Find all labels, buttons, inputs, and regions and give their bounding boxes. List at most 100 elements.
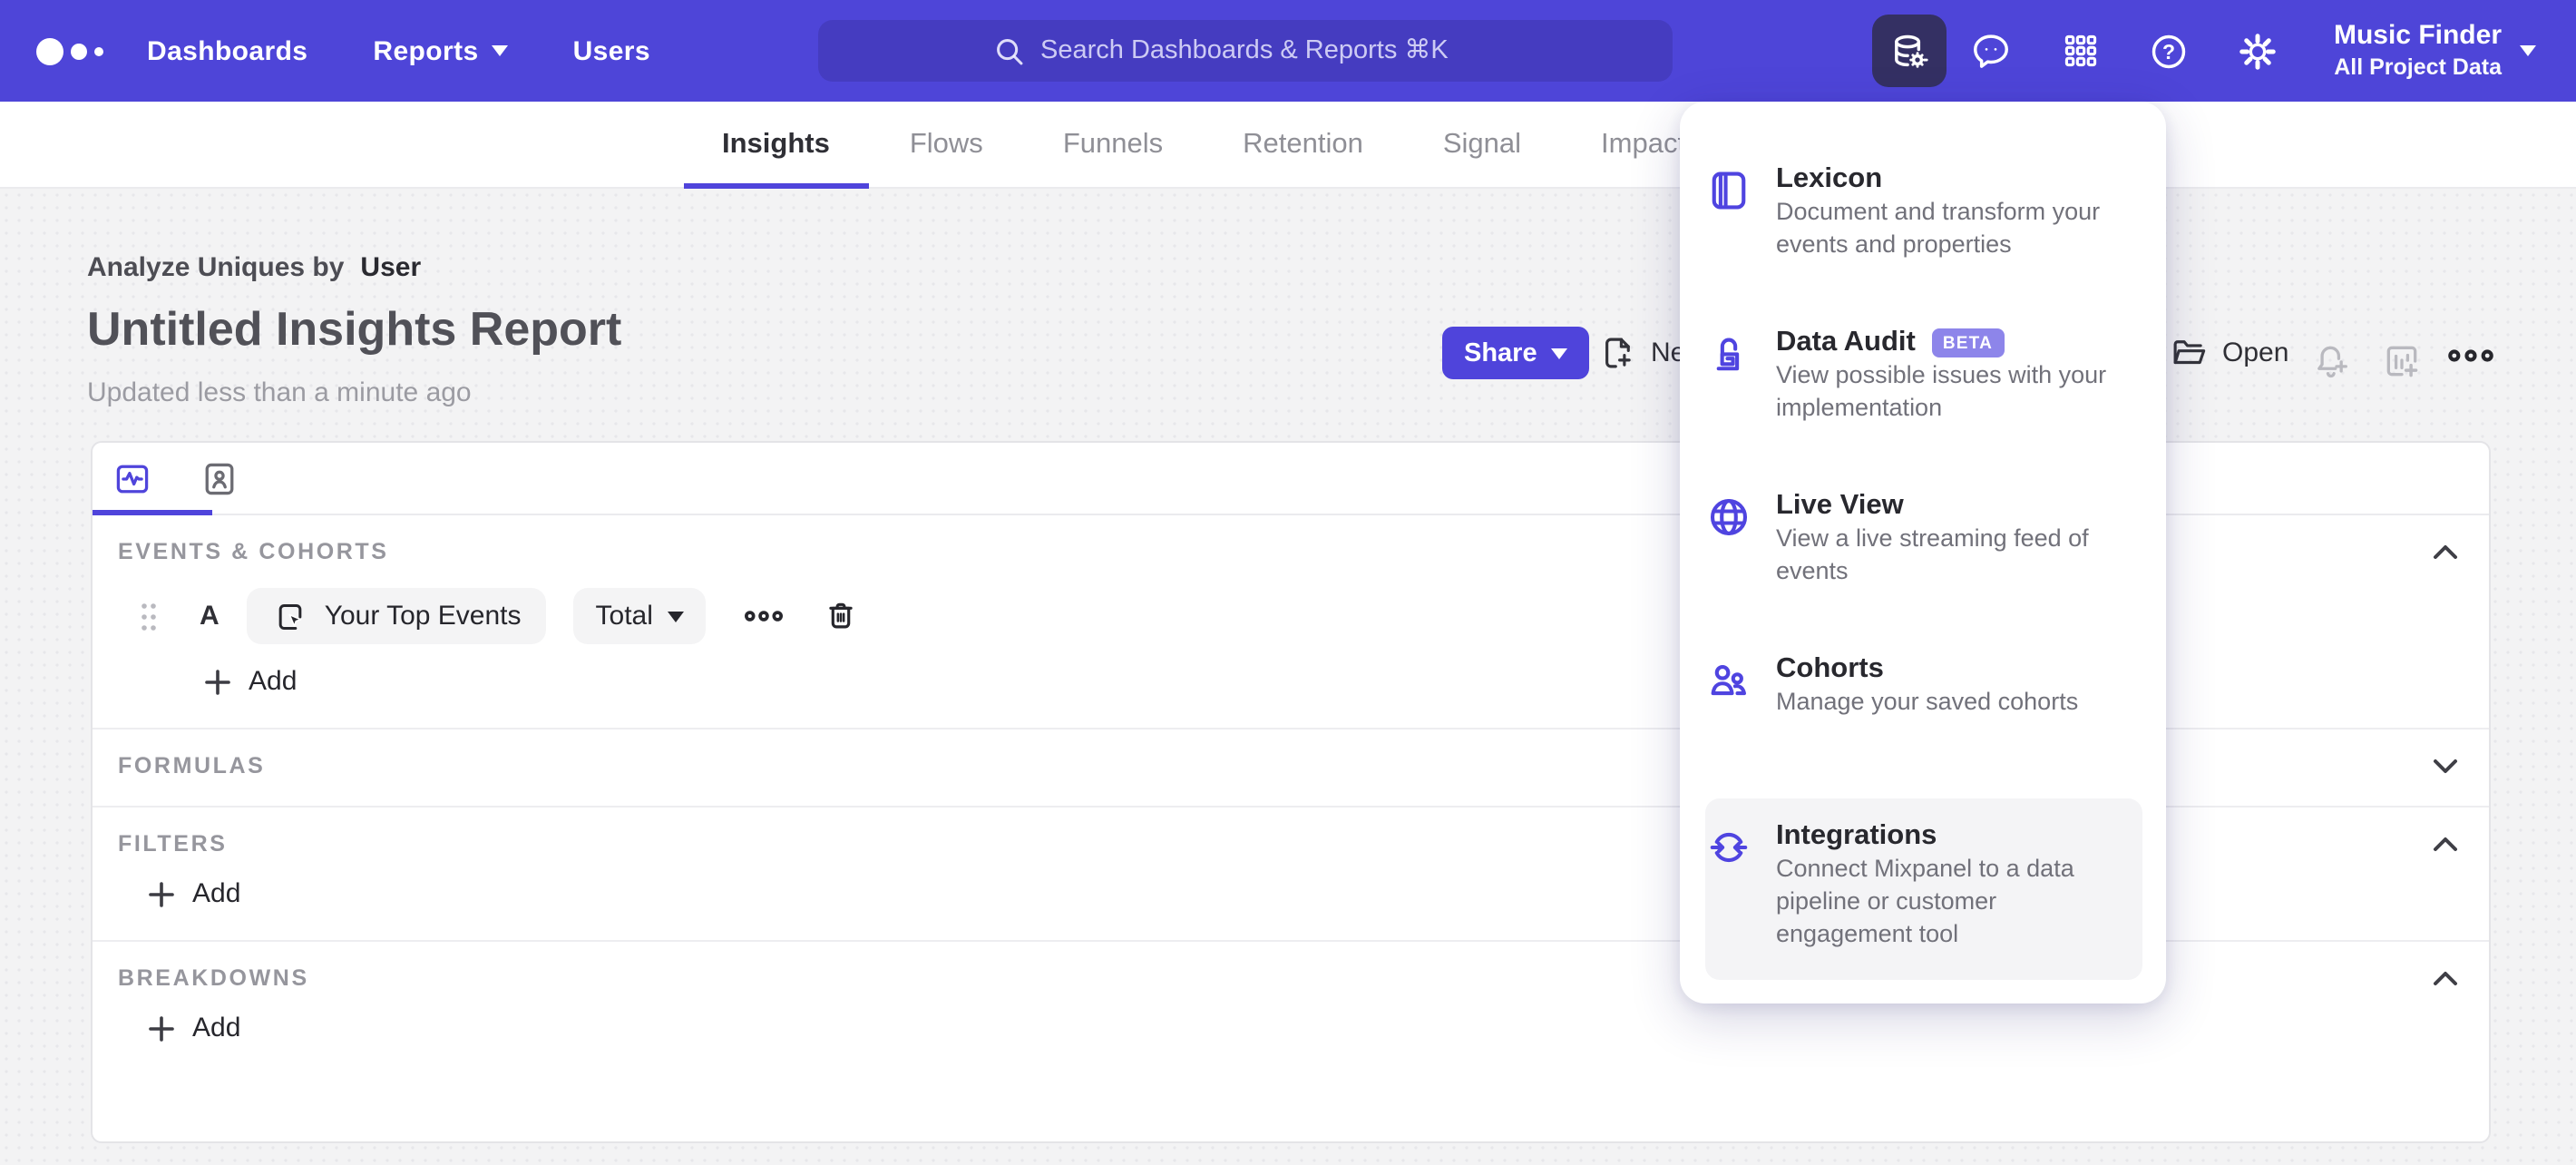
plus-icon [149, 1015, 174, 1041]
menu-item-lexicon[interactable]: Lexicon Document and transform your even… [1680, 145, 2166, 308]
tab-retention[interactable]: Retention [1243, 102, 1363, 189]
search-input[interactable] [1040, 36, 1498, 65]
settings-gear-icon [2239, 33, 2276, 69]
feedback-button[interactable] [1947, 0, 2035, 102]
menu-item-description: Connect Mixpanel to a data pipeline or c… [1776, 855, 2074, 947]
global-search[interactable] [818, 20, 1673, 82]
aggregation-selector-button[interactable]: Total [573, 588, 706, 644]
mixpanel-logo-icon[interactable] [36, 0, 103, 102]
report-tabbar: Insights Flows Funnels Retention Signal … [0, 102, 2576, 189]
menu-item-description: Document and transform your events and p… [1776, 198, 2101, 258]
ellipsis-icon [744, 611, 783, 622]
nav-label: Dashboards [147, 35, 308, 66]
events-view-tab[interactable] [112, 459, 152, 499]
live-view-globe-icon [1710, 498, 1748, 536]
chevron-down-icon [667, 611, 684, 622]
add-breakdown-button[interactable]: Add [149, 1013, 240, 1043]
event-name: Your Top Events [324, 601, 522, 631]
chevron-up-icon [2434, 837, 2457, 851]
open-label: Open [2222, 338, 2289, 368]
tab-signal[interactable]: Signal [1443, 102, 1521, 189]
event-selector-button[interactable]: Your Top Events [246, 588, 547, 644]
trash-icon [829, 602, 853, 629]
menu-item-description: View possible issues with your implement… [1776, 361, 2107, 421]
beta-badge: BETA [1931, 328, 2004, 357]
chevron-up-icon [2434, 972, 2457, 985]
menu-item-title: Lexicon [1776, 163, 1883, 194]
section-label: FILTERS [118, 831, 228, 857]
add-event-button[interactable]: Add [205, 666, 297, 697]
create-alert-button[interactable] [2313, 341, 2353, 381]
nav-item-reports[interactable]: Reports [373, 35, 508, 66]
help-button[interactable]: ? [2124, 0, 2213, 102]
tab-insights[interactable]: Insights [683, 102, 872, 189]
project-scope: All Project Data [2334, 54, 2502, 80]
project-selector-text: Music Finder All Project Data [2334, 20, 2502, 83]
collapse-section-button[interactable] [2431, 965, 2460, 991]
collapse-section-button[interactable] [2431, 539, 2460, 564]
feedback-bubble-icon [1974, 34, 2008, 67]
chevron-down-icon [1551, 348, 1568, 358]
share-button[interactable]: Share [1442, 327, 1590, 379]
search-icon [996, 38, 1022, 64]
section-label: FORMULAS [118, 753, 266, 778]
menu-item-description: Manage your saved cohorts [1776, 688, 2079, 715]
more-actions-button[interactable] [2447, 347, 2494, 365]
drag-handle[interactable] [140, 602, 158, 631]
settings-button[interactable] [2213, 0, 2302, 102]
nav-item-dashboards[interactable]: Dashboards [147, 35, 307, 66]
apps-grid-icon [2064, 34, 2096, 67]
tab-flows[interactable]: Flows [910, 102, 983, 189]
primary-nav: Dashboards Reports Users [147, 0, 650, 102]
chevron-down-icon [2434, 759, 2457, 773]
menu-item-title: Cohorts [1776, 653, 1884, 684]
delete-event-button[interactable] [824, 599, 858, 633]
section-label: EVENTS & COHORTS [118, 539, 389, 564]
integrations-sync-icon [1710, 832, 1748, 863]
tab-impact[interactable]: Impact [1601, 102, 1685, 189]
data-management-menu: Lexicon Document and transform your even… [1680, 102, 2166, 1003]
menu-item-live-view[interactable]: Live View View a live streaming feed of … [1680, 472, 2166, 635]
add-label: Add [249, 666, 298, 697]
menu-item-integrations[interactable]: Integrations Connect Mixpanel to a data … [1705, 798, 2142, 980]
nav-label: Reports [373, 35, 479, 66]
event-tap-icon [278, 603, 302, 629]
plus-icon [205, 669, 230, 694]
menu-item-data-audit[interactable]: Data Audit BETA View possible issues wit… [1680, 308, 2166, 472]
chevron-down-icon [2520, 45, 2536, 56]
chart-add-icon [2386, 346, 2418, 377]
profiles-view-tab[interactable] [200, 459, 239, 499]
nav-label: Users [572, 35, 650, 66]
user-profile-icon [205, 463, 234, 495]
ellipsis-icon [2448, 349, 2493, 362]
open-report-button[interactable]: Open [2170, 334, 2288, 372]
project-selector[interactable]: Music Finder All Project Data [2334, 0, 2536, 102]
aggregation-value: Total [595, 601, 653, 631]
add-label: Add [192, 878, 241, 909]
data-management-button[interactable] [1872, 15, 1947, 87]
add-to-dashboard-button[interactable] [2382, 341, 2422, 381]
cohorts-people-icon [1711, 664, 1746, 696]
apps-grid-button[interactable] [2035, 0, 2124, 102]
tab-funnels[interactable]: Funnels [1063, 102, 1163, 189]
event-series-letter: A [200, 601, 220, 631]
analyze-by-label: Analyze Uniques by [87, 252, 345, 283]
chevron-down-icon [491, 45, 508, 56]
event-options-button[interactable] [744, 608, 784, 624]
svg-text:?: ? [2162, 39, 2175, 63]
drag-dots-icon [141, 602, 156, 630]
expand-section-button[interactable] [2431, 753, 2460, 778]
page-title[interactable]: Untitled Insights Report [87, 301, 621, 357]
collapse-section-button[interactable] [2431, 831, 2460, 857]
folder-open-icon [2173, 340, 2206, 365]
add-filter-button[interactable]: Add [149, 878, 240, 909]
add-label: Add [192, 1013, 241, 1043]
bell-add-icon [2317, 346, 2347, 378]
section-label: BREAKDOWNS [118, 965, 309, 991]
analyze-by-control: Analyze Uniques by User [87, 252, 421, 283]
menu-item-title: Data Audit [1776, 327, 1916, 357]
menu-item-description: View a live streaming feed of events [1776, 524, 2089, 584]
nav-item-users[interactable]: Users [573, 35, 650, 66]
menu-item-cohorts[interactable]: Cohorts Manage your saved cohorts [1680, 635, 2166, 798]
analyze-entity-selector[interactable]: User [360, 252, 421, 283]
